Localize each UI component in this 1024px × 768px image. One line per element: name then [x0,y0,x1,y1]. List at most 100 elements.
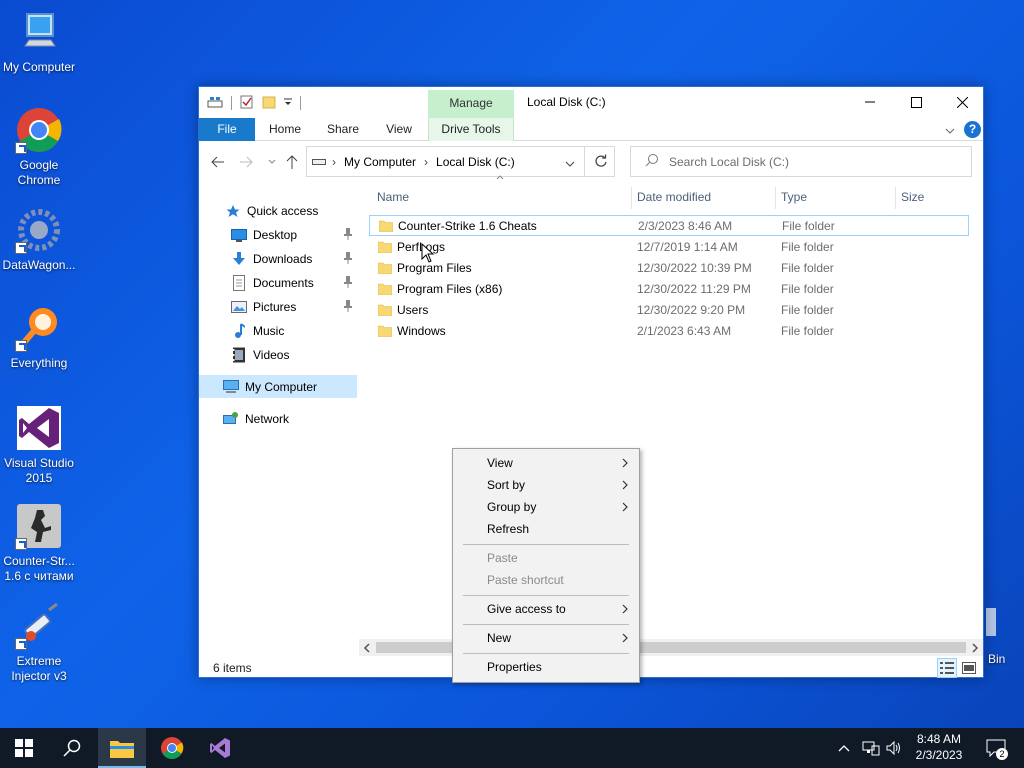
back-button[interactable] [209,153,227,171]
nav-item-downloads[interactable]: Downloads [199,247,357,270]
menu-item-give-access-to[interactable]: Give access to [455,598,637,620]
pin-icon[interactable] [343,228,353,240]
up-button[interactable] [283,153,301,171]
scroll-right-icon[interactable] [971,642,979,656]
column-header-date-modified[interactable]: Date modified [637,183,767,211]
file-date: 2/3/2023 8:46 AM [638,219,733,233]
address-dropdown-icon[interactable] [565,157,575,171]
help-icon[interactable]: ? [964,121,981,138]
taskbar-chrome[interactable] [148,728,196,768]
menu-item-paste[interactable]: Paste [455,547,637,569]
expand-ribbon-icon[interactable] [945,124,955,138]
menu-item-label: Refresh [487,522,530,536]
file-row[interactable]: Program Files 12/30/2022 10:39 PM File f… [369,258,969,279]
tab-home[interactable]: Home [263,118,307,141]
windows-logo-icon [15,739,33,757]
menu-item-view[interactable]: View [455,452,637,474]
close-button[interactable] [939,87,985,117]
network-icon [862,741,880,756]
drive-icon[interactable] [207,95,223,112]
details-view-button[interactable] [937,658,957,678]
desktop-icon-label: Visual Studio 2015 [4,456,74,485]
nav-item-desktop[interactable]: Desktop [199,223,357,246]
desktop-icon-label: DataWagon... [2,258,76,272]
minimize-button[interactable] [847,87,893,117]
nav-item-music[interactable]: Music [199,319,357,342]
counter-strike-icon [15,502,63,550]
file-row[interactable]: Windows 2/1/2023 6:43 AM File folder [369,321,969,342]
menu-item-refresh[interactable]: Refresh [455,518,637,540]
nav-item-pictures[interactable]: Pictures [199,295,357,318]
recent-locations-button[interactable] [263,153,281,171]
music-icon [231,322,247,339]
forward-button[interactable] [237,153,255,171]
column-header-name[interactable]: Name [377,183,627,211]
pin-icon[interactable] [343,276,353,288]
customize-qat-icon[interactable] [284,96,292,110]
pin-icon[interactable] [343,300,353,312]
taskbar-visual-studio[interactable] [196,728,244,768]
file-row[interactable]: Counter-Strike 1.6 Cheats 2/3/2023 8:46 … [369,215,969,236]
file-row[interactable]: Program Files (x86) 12/30/2022 11:29 PM … [369,279,969,300]
column-header-type[interactable]: Type [781,183,891,211]
address-bar[interactable]: › My Computer › Local Disk (C:) [306,146,615,177]
tab-view[interactable]: View [379,118,419,141]
desktop-icon-everything[interactable]: Everything [0,304,78,371]
recycle-bin-partial[interactable]: Bin [986,604,1024,674]
menu-item-label: Sort by [487,478,526,492]
nav-item-quick-access[interactable]: Quick access [199,199,357,222]
desktop-icon [231,227,247,243]
breadcrumb-my-computer[interactable]: My Computer [344,155,416,169]
scroll-left-icon[interactable] [363,642,371,656]
taskbar-file-explorer[interactable] [98,728,146,768]
nav-item-documents[interactable]: Documents [199,271,357,294]
file-date: 12/30/2022 9:20 PM [637,303,746,317]
tab-drive-tools[interactable]: Drive Tools [428,118,514,141]
volume-tray-button[interactable] [886,728,902,768]
file-row[interactable]: Users 12/30/2022 9:20 PM File folder [369,300,969,321]
file-type: File folder [781,261,834,275]
menu-separator [463,653,629,654]
desktop-icon-counter-strike[interactable]: Counter-Str... 1.6 с читами [0,502,78,584]
nav-item-videos[interactable]: Videos [199,343,357,366]
properties-icon[interactable] [240,95,254,112]
pin-icon[interactable] [343,252,353,264]
menu-item-sort-by[interactable]: Sort by [455,474,637,496]
nav-item-my-computer[interactable]: My Computer [199,375,357,398]
desktop-icon-extreme-injector[interactable]: Extreme Injector v3 [0,602,78,684]
file-row[interactable]: PerfLogs 12/7/2019 1:14 AM File folder [369,237,969,258]
breadcrumb-local-disk[interactable]: Local Disk (C:) [436,155,515,169]
refresh-icon[interactable] [594,154,608,171]
menu-item-new[interactable]: New [455,627,637,649]
nav-item-network[interactable]: Network [199,407,357,430]
new-folder-icon[interactable] [262,95,276,112]
desktop-icon-my-computer[interactable]: My Computer [0,8,78,75]
desktop-icon-datawagon[interactable]: DataWagon... [0,206,78,273]
start-button[interactable] [0,728,48,768]
search-button[interactable] [48,728,96,768]
tab-share[interactable]: Share [321,118,365,141]
menu-item-group-by[interactable]: Group by [455,496,637,518]
menu-separator [463,624,629,625]
desktop-icon-visual-studio[interactable]: Visual Studio 2015 [0,404,78,486]
column-header-size[interactable]: Size [901,183,961,211]
maximize-button[interactable] [893,87,939,117]
show-hidden-icons-button[interactable] [838,728,850,768]
action-center-button[interactable]: 2 [982,728,1010,768]
speaker-icon [886,741,900,755]
desktop-icon-google-chrome[interactable]: Google Chrome [0,106,78,188]
tab-file[interactable]: File [199,118,255,141]
large-icons-view-button[interactable] [959,658,979,678]
clock-date: 2/3/2023 [915,748,963,762]
search-input[interactable]: Search Local Disk (C:) [630,146,972,177]
maximize-icon [910,96,922,108]
tab-manage[interactable]: Manage [428,90,514,118]
file-type: File folder [781,303,834,317]
menu-item-properties[interactable]: Properties [455,656,637,678]
chevron-right-icon [622,480,628,490]
menu-item-paste-shortcut[interactable]: Paste shortcut [455,569,637,591]
taskbar-clock[interactable]: 8:48 AM 2/3/2023 [908,731,970,763]
video-icon [231,347,247,363]
network-tray-button[interactable] [862,728,880,768]
chevron-right-icon [622,458,628,468]
